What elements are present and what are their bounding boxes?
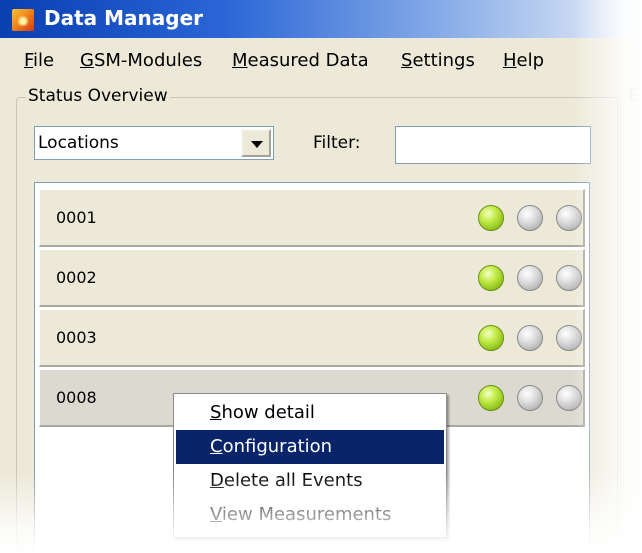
status-led-green-icon [478, 205, 504, 231]
context-menu-delete-all-events[interactable]: Delete all Events [176, 464, 444, 498]
window-title: Data Manager [44, 6, 203, 30]
menu-bar: File GSM-Modules Measured Data Settings … [0, 50, 642, 78]
title-bar[interactable]: Data Manager [0, 0, 642, 38]
dropdown-arrow-icon [251, 141, 263, 148]
location-id: 0002 [56, 268, 97, 287]
dropdown-button[interactable] [241, 129, 271, 157]
menu-help[interactable]: Help [503, 50, 544, 71]
status-led-gray-icon [556, 325, 582, 351]
location-row[interactable]: 0001 [39, 189, 585, 247]
status-led-green-icon [478, 385, 504, 411]
data-manager-window: Data Manager File GSM-Modules Measured D… [0, 0, 642, 553]
app-icon[interactable] [12, 9, 34, 31]
filter-label: Filter: [313, 133, 361, 153]
status-led-green-icon [478, 325, 504, 351]
status-led-gray-icon [556, 265, 582, 291]
location-row[interactable]: 0003 [39, 309, 585, 367]
status-led-gray-icon [517, 205, 543, 231]
context-menu-show-detail[interactable]: Show detail [176, 396, 444, 430]
status-led-gray-icon [517, 385, 543, 411]
filter-input[interactable] [395, 126, 591, 164]
context-menu-configuration[interactable]: Configuration [176, 430, 444, 464]
status-overview-label: Status Overview [26, 86, 170, 106]
status-led-gray-icon [556, 205, 582, 231]
status-led-gray-icon [556, 385, 582, 411]
view-select[interactable]: Locations [34, 126, 274, 160]
location-row[interactable]: 0002 [39, 249, 585, 307]
menu-gsm-modules[interactable]: GSM-Modules [80, 50, 202, 71]
status-led-green-icon [478, 265, 504, 291]
location-id: 0001 [56, 208, 97, 227]
menu-settings[interactable]: Settings [401, 50, 475, 71]
status-led-gray-icon [517, 325, 543, 351]
view-select-value: Locations [38, 133, 119, 153]
location-id: 0003 [56, 328, 97, 347]
context-menu-view-measurements[interactable]: View Measurements [176, 498, 444, 532]
second-group-box [620, 97, 642, 553]
second-group-label: E [628, 86, 639, 106]
menu-file[interactable]: File [24, 50, 54, 71]
location-id: 0008 [56, 388, 97, 407]
status-led-gray-icon [517, 265, 543, 291]
context-menu: Show detail Configuration Delete all Eve… [173, 393, 447, 538]
menu-measured-data[interactable]: Measured Data [232, 50, 369, 71]
